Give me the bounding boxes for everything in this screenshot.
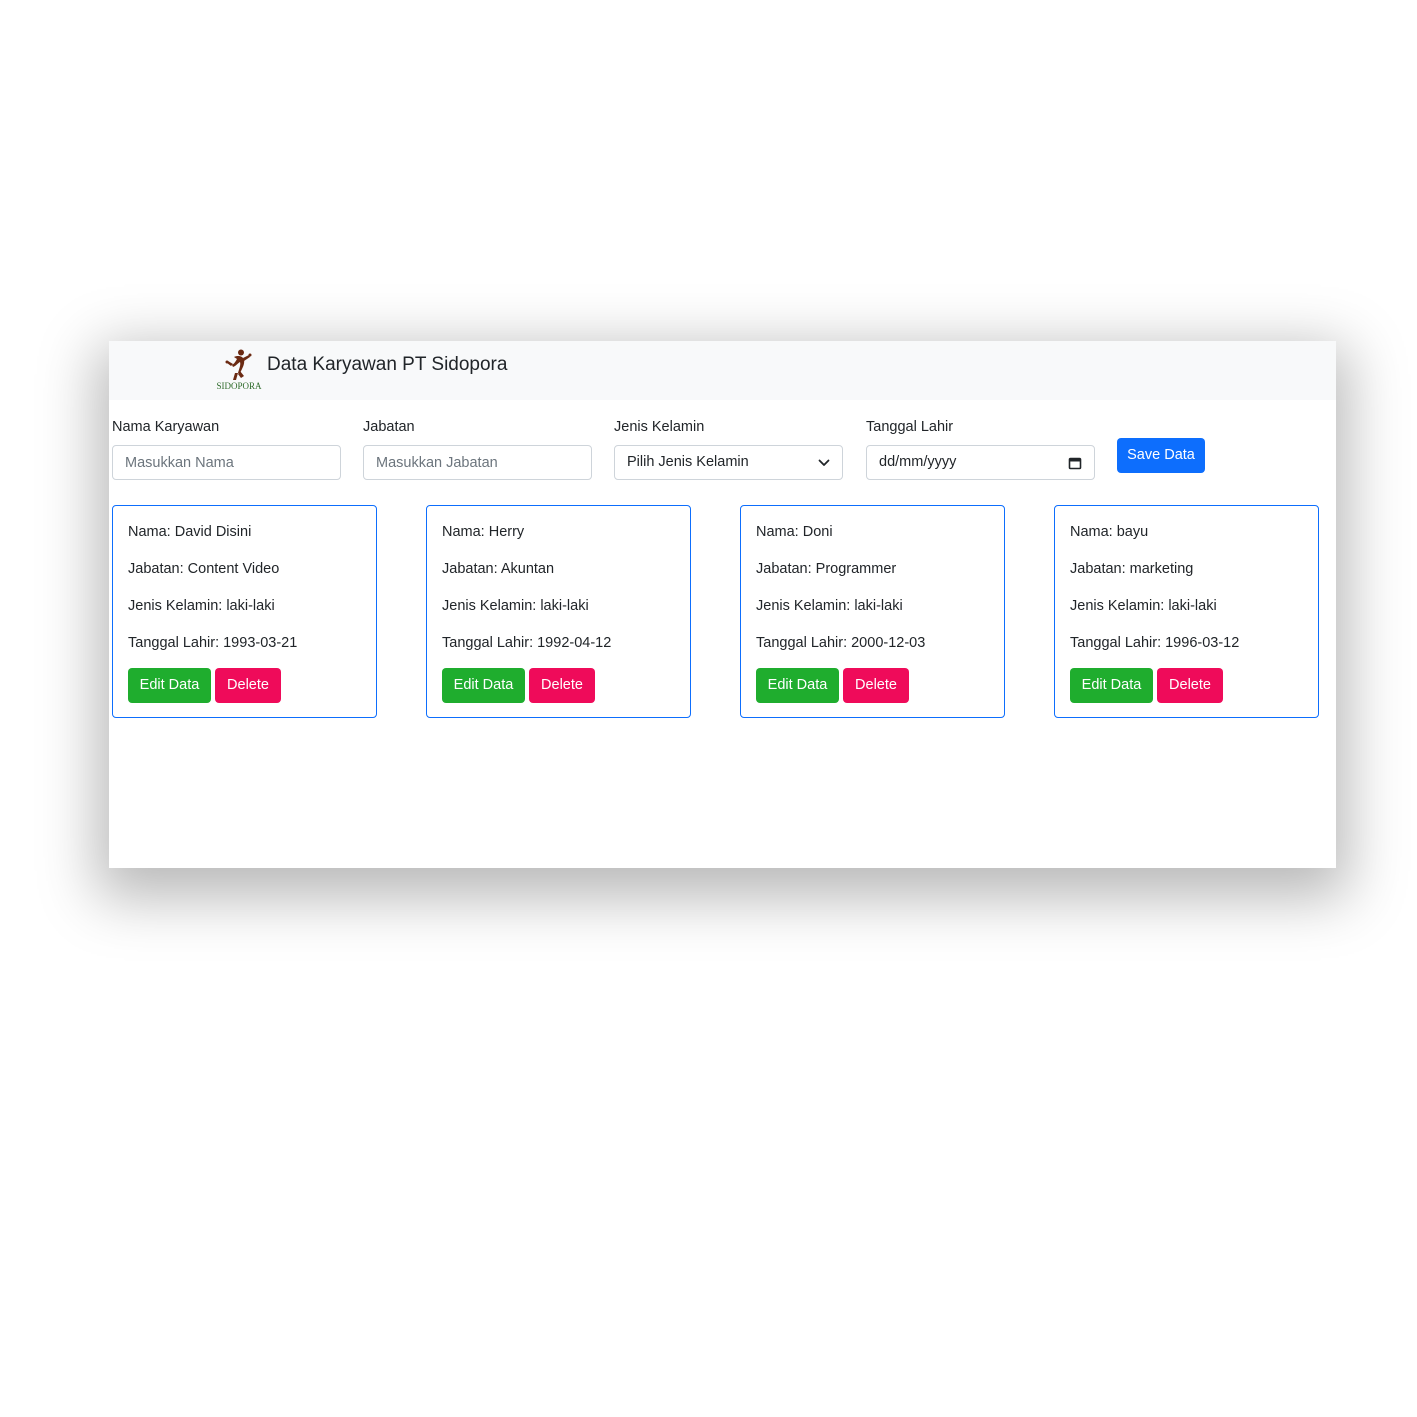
- employee-card: Nama: David Disini Jabatan: Content Vide…: [112, 505, 377, 718]
- delete-button[interactable]: Delete: [529, 668, 595, 703]
- label-jabatan: Jabatan: [363, 419, 415, 435]
- page-title: Data Karyawan PT Sidopora: [267, 354, 508, 375]
- delete-button[interactable]: Delete: [1157, 668, 1223, 703]
- employee-jenis-kelamin: Jenis Kelamin: laki-laki: [442, 598, 589, 614]
- employee-card: Nama: bayu Jabatan: marketing Jenis Kela…: [1054, 505, 1319, 718]
- edit-data-button[interactable]: Edit Data: [128, 668, 211, 703]
- employee-tanggal-lahir: Tanggal Lahir: 1992-04-12: [442, 635, 612, 651]
- jenis-kelamin-select[interactable]: Pilih Jenis Kelamin: [614, 445, 843, 480]
- chevron-down-icon: [818, 446, 830, 479]
- nama-input[interactable]: [112, 445, 341, 480]
- employee-nama: Nama: Herry: [442, 524, 525, 540]
- tanggal-lahir-placeholder: dd/mm/yyyy: [879, 454, 957, 470]
- employee-nama: Nama: bayu: [1070, 524, 1149, 540]
- employee-tanggal-lahir: Tanggal Lahir: 1996-03-12: [1070, 635, 1240, 651]
- jabatan-input[interactable]: [363, 445, 592, 480]
- save-data-button[interactable]: Save Data: [1117, 438, 1205, 473]
- label-tanggal-lahir: Tanggal Lahir: [866, 419, 954, 435]
- employee-jabatan: Jabatan: Akuntan: [442, 561, 555, 577]
- employee-tanggal-lahir: Tanggal Lahir: 2000-12-03: [756, 635, 926, 651]
- edit-data-button[interactable]: Edit Data: [1070, 668, 1153, 703]
- delete-button[interactable]: Delete: [215, 668, 281, 703]
- logo-text: SIDOPORA: [216, 381, 262, 391]
- label-nama-karyawan: Nama Karyawan: [112, 419, 220, 435]
- employee-jabatan: Jabatan: marketing: [1070, 561, 1194, 577]
- edit-data-button[interactable]: Edit Data: [756, 668, 839, 703]
- app-window: SIDOPORA Data Karyawan PT Sidopora Nama …: [109, 341, 1336, 868]
- employee-tanggal-lahir: Tanggal Lahir: 1993-03-21: [128, 635, 298, 651]
- navbar: SIDOPORA Data Karyawan PT Sidopora: [109, 341, 1336, 400]
- employee-jenis-kelamin: Jenis Kelamin: laki-laki: [1070, 598, 1217, 614]
- employee-nama: Nama: Doni: [756, 524, 833, 540]
- employee-card: Nama: Doni Jabatan: Programmer Jenis Kel…: [740, 505, 1005, 718]
- tanggal-lahir-input[interactable]: dd/mm/yyyy: [866, 445, 1095, 480]
- employee-jabatan: Jabatan: Programmer: [756, 561, 897, 577]
- employee-jabatan: Jabatan: Content Video: [128, 561, 280, 577]
- jenis-kelamin-selected: Pilih Jenis Kelamin: [627, 454, 749, 470]
- employee-nama: Nama: David Disini: [128, 524, 252, 540]
- employee-jenis-kelamin: Jenis Kelamin: laki-laki: [756, 598, 903, 614]
- employee-card: Nama: Herry Jabatan: Akuntan Jenis Kelam…: [426, 505, 691, 718]
- label-jenis-kelamin: Jenis Kelamin: [614, 419, 705, 435]
- delete-button[interactable]: Delete: [843, 668, 909, 703]
- sidopora-logo[interactable]: SIDOPORA: [214, 349, 264, 391]
- calendar-icon[interactable]: [1068, 446, 1082, 479]
- employee-jenis-kelamin: Jenis Kelamin: laki-laki: [128, 598, 275, 614]
- edit-data-button[interactable]: Edit Data: [442, 668, 525, 703]
